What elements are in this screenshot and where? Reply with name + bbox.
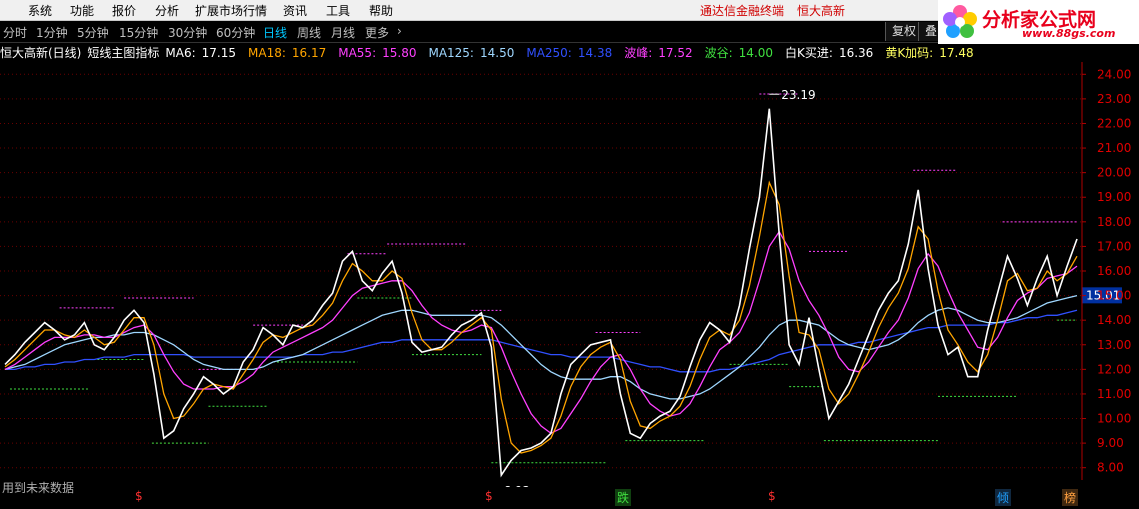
yellow-k-add-readout: 黄K加码: 17.48 [885,46,974,60]
ma125-readout: MA125: 14.50 [428,46,515,60]
price-annotation: 23.19 [781,88,815,102]
price-chart[interactable]: 23.196.9215.01 8.009.0010.0011.0012.0013… [0,62,1139,487]
chevron-right-icon[interactable]: › [397,24,402,38]
signal-tag: $ [135,489,143,503]
period-tick[interactable]: 分时 [3,24,27,41]
y-tick-label: 16.00 [1097,264,1131,278]
logo-url: www.88gs.com [1022,27,1116,40]
ma18-readout: MA18: 16.17 [248,46,327,60]
peak-readout: 波峰: 17.52 [624,46,693,60]
menu-extended-market[interactable]: 扩展市场行情 [195,2,267,19]
menu-function[interactable]: 功能 [70,2,94,19]
white-k-buy-readout: 白K买进: 16.36 [785,46,874,60]
y-tick-label: 15.00 [1097,289,1131,303]
y-tick-label: 18.00 [1097,215,1131,229]
y-tick-label: 23.00 [1097,92,1131,106]
indicator-name: 短线主图指标 [87,46,160,60]
period-30min[interactable]: 30分钟 [168,24,207,41]
period-more[interactable]: 更多 [365,24,389,41]
signal-tag: 榜 [1062,489,1079,506]
ma250-readout: MA250: 14.38 [526,46,613,60]
y-tick-label: 14.00 [1097,313,1131,327]
series-lines [4,108,1078,478]
period-60min[interactable]: 60分钟 [216,24,255,41]
period-weekly[interactable]: 周线 [297,24,321,41]
y-tick-label: 12.00 [1097,362,1131,376]
period-monthly[interactable]: 月线 [331,24,355,41]
menu-analysis[interactable]: 分析 [155,2,179,19]
indicator-info-bar: 恒大高新(日线) 短线主图指标 MA6: 17.15 MA18: 16.17 MA55: 15… [0,44,986,62]
y-tick-label: 11.00 [1097,387,1131,401]
y-axis: 8.00 9.00 10.00 11.00 12.00 13.00 14.00 15.00 16… [1081,62,1131,480]
app-brand: 通达信金融终端 [700,4,785,18]
chart-grid [0,73,1082,469]
future-data-note: 用到未来数据 [2,481,75,495]
stock-name-title: 恒大高新 [797,4,846,18]
signal-tag: 倾 [995,489,1012,506]
signal-tag: 跌 [615,489,632,506]
y-tick-label: 19.00 [1097,190,1131,204]
y-tick-label: 9.00 [1097,436,1124,450]
period-daily[interactable]: 日线 [263,24,287,41]
stock-label: 恒大高新(日线) [0,46,82,60]
trough-readout: 波谷: 14.00 [704,46,774,60]
series-line-price [4,108,1078,478]
price-annotation: 6.92 [503,484,530,487]
y-tick-label: 13.00 [1097,338,1131,352]
ma55-readout: MA55: 15.80 [338,46,417,60]
flower-logo-icon [943,5,977,38]
period-1min[interactable]: 1分钟 [36,24,68,41]
signal-tag: $ [485,489,493,503]
period-15min[interactable]: 15分钟 [119,24,158,41]
menu-quote[interactable]: 报价 [112,2,136,19]
menu-system[interactable]: 系统 [28,2,52,19]
series-line-ma6 [4,180,1078,454]
menu-news[interactable]: 资讯 [283,2,307,19]
y-tick-label: 20.00 [1097,166,1131,180]
menu-tools[interactable]: 工具 [326,2,350,19]
site-logo: 分析家公式网 www.88gs.com [938,0,1139,44]
level-lines [9,93,1077,464]
series-line-ma18 [4,230,1078,435]
y-tick-label: 24.00 [1097,67,1131,81]
ma6-readout: MA6: 17.15 [165,46,236,60]
y-tick-label: 17.00 [1097,239,1131,253]
y-tick-label: 8.00 [1097,461,1124,475]
y-tick-label: 21.00 [1097,141,1131,155]
y-tick-label: 22.00 [1097,116,1131,130]
period-5min[interactable]: 5分钟 [77,24,109,41]
series-line-ma55 [4,294,1078,400]
y-tick-label: 10.00 [1097,412,1131,426]
menu-help[interactable]: 帮助 [369,2,393,19]
signal-tag: $ [768,489,776,503]
chart-annotations: 23.196.9215.01 [503,88,1122,487]
